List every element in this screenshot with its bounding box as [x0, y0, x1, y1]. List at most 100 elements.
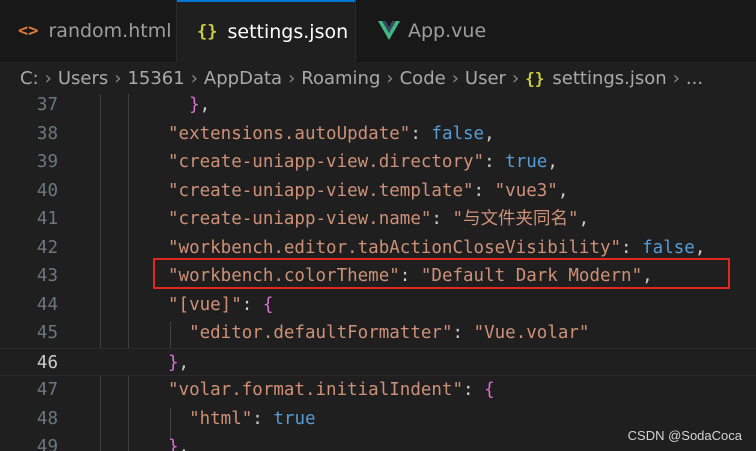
code-token: ,: [547, 152, 558, 172]
code-token: ,: [578, 209, 590, 229]
line-code: "editor.defaultFormatter": "Vue.volar": [168, 319, 589, 348]
code-token: }: [189, 95, 200, 115]
code-token: "html": [189, 408, 253, 429]
code-line[interactable]: 38 "extensions.autoUpdate": false,: [0, 120, 756, 149]
chevron-right-icon: ›: [114, 67, 122, 89]
breadcrumb-item[interactable]: 15361: [127, 68, 184, 89]
line-number: 49: [36, 437, 58, 451]
line-number: 45: [36, 323, 58, 343]
code-token: false: [642, 237, 695, 258]
tab-settings-json[interactable]: {} settings.json: [177, 0, 355, 62]
code-line[interactable]: 44 "[vue]": {: [0, 291, 756, 320]
tab-label: App.vue: [408, 20, 487, 42]
code-token: :: [473, 180, 495, 201]
code-token: :: [252, 408, 274, 429]
line-code: },: [168, 94, 210, 120]
tab-random-html[interactable]: <> random.html: [0, 0, 176, 62]
code-token: ,: [484, 123, 495, 144]
chevron-right-icon: ›: [386, 67, 394, 89]
line-code: "html": true: [168, 405, 316, 434]
highlight-box: [153, 258, 730, 289]
code-token: :: [463, 380, 485, 400]
code-token: "create-uniapp-view.directory": [168, 152, 485, 172]
line-number: 48: [36, 408, 58, 429]
vue-icon: [378, 21, 400, 41]
code-token: "create-uniapp-view.name": [168, 209, 432, 229]
line-number: 43: [36, 266, 58, 286]
code-line[interactable]: 46},: [0, 347, 756, 378]
code-line[interactable]: 45 "editor.defaultFormatter": "Vue.volar…: [0, 319, 756, 348]
code-token: :: [431, 209, 453, 229]
breadcrumb-item[interactable]: User: [465, 68, 506, 89]
chevron-right-icon: ›: [44, 67, 52, 89]
code-line[interactable]: 37 },: [0, 94, 756, 120]
line-number: 42: [36, 237, 58, 258]
chevron-right-icon: ›: [672, 67, 680, 89]
code-token: false: [431, 123, 485, 144]
code-token: :: [241, 294, 263, 315]
line-number: 46: [36, 352, 58, 373]
code-token: "[vue]": [168, 294, 242, 315]
code-token: "volar.format.initialIndent": [168, 380, 464, 400]
breadcrumb-item[interactable]: Roaming: [301, 68, 380, 89]
tab-app-vue[interactable]: App.vue: [356, 0, 516, 62]
breadcrumb-item[interactable]: Users: [58, 68, 108, 89]
code-line[interactable]: 39 "create-uniapp-view.directory": true,: [0, 148, 756, 177]
code-token: "extensions.autoUpdate": [168, 123, 411, 144]
code-token: "create-uniapp-view.template": [168, 180, 474, 201]
code-token: :: [621, 237, 643, 258]
code-token: {: [262, 294, 274, 315]
html-file-icon: <>: [18, 21, 39, 41]
tab-label: settings.json: [227, 21, 349, 43]
breadcrumb-item[interactable]: AppData: [204, 68, 282, 89]
code-line[interactable]: 40 "create-uniapp-view.template": "vue3",: [0, 177, 756, 206]
line-number: 41: [36, 209, 58, 229]
line-code: "create-uniapp-view.template": "vue3",: [168, 177, 568, 206]
breadcrumb: C: › Users › 15361 › AppData › Roaming ›…: [0, 62, 756, 94]
breadcrumb-item[interactable]: settings.json: [552, 68, 666, 89]
code-line[interactable]: 41 "create-uniapp-view.name": "与文件夹同名",: [0, 205, 756, 234]
code-token: "与文件夹同名": [452, 209, 579, 229]
line-number: 39: [36, 152, 58, 172]
breadcrumb-item[interactable]: C:: [20, 68, 39, 89]
code-token: true: [273, 408, 316, 429]
code-token: {: [484, 380, 495, 400]
code-token: ,: [178, 437, 190, 451]
breadcrumb-item[interactable]: Code: [400, 68, 446, 89]
json-file-icon: {}: [525, 68, 545, 88]
line-code: "create-uniapp-view.name": "与文件夹同名",: [168, 205, 589, 234]
code-token: true: [505, 152, 548, 172]
line-code: },: [168, 433, 189, 451]
code-token: "workbench.editor.tabActionCloseVisibili…: [168, 237, 622, 258]
code-token: }: [168, 352, 179, 373]
breadcrumb-more[interactable]: ...: [686, 68, 703, 89]
code-token: "vue3": [494, 180, 558, 201]
code-line[interactable]: 47 "volar.format.initialIndent": {: [0, 376, 756, 405]
json-file-icon: {}: [197, 22, 218, 42]
line-number: 47: [36, 380, 58, 400]
chevron-right-icon: ›: [451, 67, 459, 89]
watermark: CSDN @SodaCoca: [627, 428, 742, 443]
code-token: :: [410, 123, 432, 144]
line-code: "create-uniapp-view.directory": true,: [168, 148, 558, 177]
line-code: "[vue]": {: [168, 291, 273, 320]
line-number: 40: [36, 180, 58, 201]
code-token: "Vue.volar": [473, 323, 590, 343]
line-code: "extensions.autoUpdate": false,: [168, 120, 495, 149]
line-code: },: [168, 349, 189, 378]
tab-label: random.html: [48, 20, 172, 42]
code-token: ,: [694, 237, 706, 258]
chevron-right-icon: ›: [190, 67, 198, 89]
line-number: 37: [36, 95, 58, 115]
line-number: 44: [36, 294, 58, 315]
tab-bar: <> random.html {} settings.json App.vue: [0, 0, 756, 62]
code-token: }: [168, 437, 179, 451]
code-token: :: [452, 323, 474, 343]
code-token: "editor.defaultFormatter": [189, 323, 453, 343]
code-token: ,: [199, 95, 211, 115]
line-number: 38: [36, 123, 58, 144]
code-token: :: [484, 152, 506, 172]
